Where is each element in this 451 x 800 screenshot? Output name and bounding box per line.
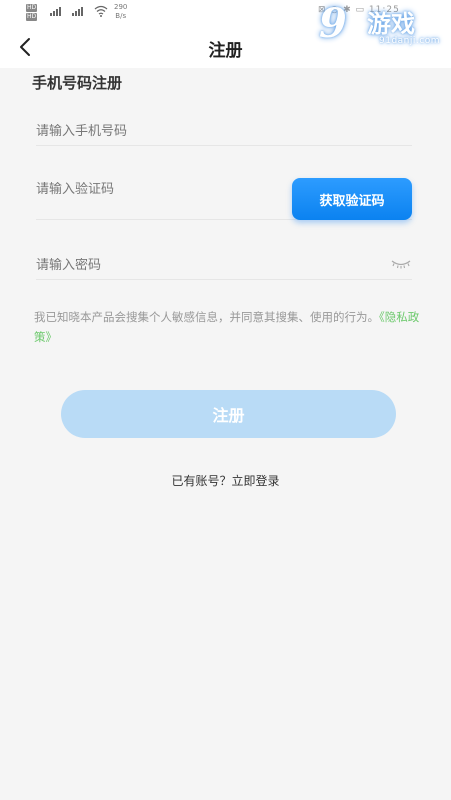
watermark-logo-mark: 9 [319, 0, 347, 47]
signal-icon-2 [72, 6, 83, 16]
wifi-icon [94, 5, 108, 17]
hd-badge-top: HD [26, 4, 38, 12]
watermark-logo: 9 游戏 91danji.com [319, 0, 449, 60]
network-speed-value: 290 [114, 3, 128, 11]
phone-input[interactable] [36, 124, 412, 139]
get-code-button[interactable]: 获取验证码 [292, 178, 412, 220]
network-speed: 290 B/s [114, 3, 127, 21]
network-speed-unit: B/s [115, 12, 127, 20]
password-input[interactable] [36, 258, 412, 273]
eye-closed-icon[interactable] [390, 258, 412, 270]
watermark-text: 游戏 [367, 10, 415, 38]
hd-badges: HD HD [26, 4, 40, 22]
register-button[interactable]: 注册 [61, 390, 396, 438]
signal-icon [50, 6, 61, 16]
watermark-url: 91danji.com [379, 36, 440, 46]
section-title: 手机号码注册 [32, 74, 123, 92]
phone-field [36, 120, 412, 146]
hd-badge-bottom: HD [26, 13, 38, 21]
login-link[interactable]: 已有账号？立即登录 [0, 472, 451, 489]
password-field [36, 254, 412, 280]
agreement-text: 我已知晓本产品会搜集个人敏感信息，并同意其搜集、使用的行为。《隐私政策》 [34, 307, 422, 347]
agreement-body: 我已知晓本产品会搜集个人敏感信息，并同意其搜集、使用的行为。 [34, 310, 379, 324]
